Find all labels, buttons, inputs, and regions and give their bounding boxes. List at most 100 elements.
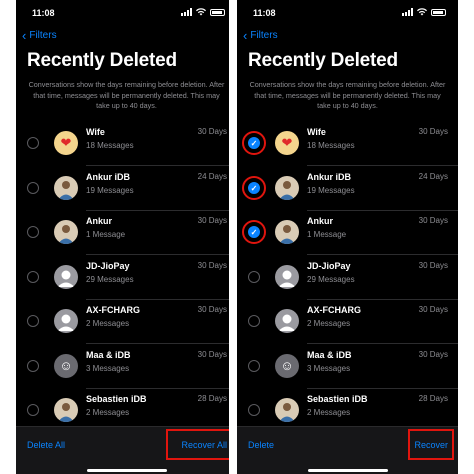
bottom-toolbar: Delete All Recover All bbox=[16, 426, 237, 474]
conversation-name: Ankur bbox=[307, 216, 334, 226]
days-remaining: 30 Days bbox=[197, 260, 227, 270]
recover-all-highlight bbox=[166, 429, 234, 460]
days-remaining: 30 Days bbox=[418, 216, 448, 225]
status-icons bbox=[402, 8, 446, 16]
message-count: 19 Messages bbox=[307, 185, 355, 195]
selection-circle[interactable] bbox=[27, 181, 39, 194]
selection-circle[interactable] bbox=[27, 404, 39, 416]
heart-avatar-icon: ❤ bbox=[275, 131, 299, 155]
conversation-name: Wife bbox=[307, 127, 326, 137]
home-indicator bbox=[86, 469, 167, 472]
selection-circle[interactable] bbox=[27, 226, 39, 238]
wifi-icon bbox=[417, 8, 427, 16]
message-count: 18 Messages bbox=[86, 141, 134, 150]
filters-back-button[interactable]: ‹ Filters bbox=[22, 29, 57, 42]
status-bar: 11:08 bbox=[16, 6, 237, 20]
days-remaining: 30 Days bbox=[197, 305, 227, 314]
photo-avatar-icon bbox=[54, 220, 78, 244]
delete-all-button[interactable]: Delete All bbox=[27, 440, 65, 450]
conversation-row[interactable]: Ankur 1 Message 30 Days bbox=[16, 211, 237, 255]
conversation-row[interactable]: AX-FCHARG 2 Messages 30 Days bbox=[237, 300, 458, 344]
emoji-avatar-icon: ☺ bbox=[54, 353, 78, 378]
message-count: 19 Messages bbox=[86, 185, 134, 195]
conversation-name: Maa & iDB bbox=[307, 349, 352, 360]
person-avatar-icon bbox=[54, 309, 78, 333]
status-icons bbox=[181, 8, 225, 16]
selection-highlight bbox=[242, 220, 266, 244]
selection-circle[interactable] bbox=[27, 270, 39, 283]
selection-circle[interactable] bbox=[248, 359, 260, 372]
selection-highlight bbox=[242, 131, 266, 155]
conversation-name: Maa & iDB bbox=[86, 349, 131, 360]
person-avatar-icon bbox=[54, 264, 78, 289]
message-count: 2 Messages bbox=[307, 408, 351, 417]
selection-circle[interactable] bbox=[248, 270, 260, 283]
image-divider bbox=[229, 0, 237, 474]
selection-circle[interactable] bbox=[248, 404, 260, 416]
conversation-name: Sebastien iDB bbox=[86, 394, 147, 404]
photo-avatar-icon bbox=[275, 175, 299, 200]
battery-icon bbox=[210, 8, 225, 16]
message-count: 2 Messages bbox=[307, 319, 351, 328]
photo-avatar-icon bbox=[275, 398, 299, 422]
delete-button[interactable]: Delete bbox=[248, 440, 274, 450]
photo-avatar-icon bbox=[275, 220, 299, 244]
message-count: 29 Messages bbox=[307, 274, 355, 284]
deletion-description: Conversations show the days remaining be… bbox=[28, 80, 225, 110]
page-title: Recently Deleted bbox=[27, 50, 177, 71]
bottom-toolbar: Delete Recover bbox=[237, 426, 458, 474]
heart-avatar-icon: ❤ bbox=[54, 131, 78, 155]
conversation-row[interactable]: ✓ ❤ Wife 18 Messages 30 Days bbox=[237, 122, 458, 166]
status-time: 11:08 bbox=[32, 8, 55, 18]
status-bar: 11:08 bbox=[237, 6, 458, 20]
conversation-row[interactable]: Ankur iDB 19 Messages 24 Days bbox=[16, 167, 237, 211]
filters-back-button[interactable]: ‹ Filters bbox=[243, 27, 278, 43]
conversation-row[interactable]: AX-FCHARG 2 Messages 30 Days bbox=[16, 300, 237, 344]
selection-circle[interactable] bbox=[27, 137, 39, 149]
selection-circle[interactable] bbox=[27, 359, 39, 372]
conversation-name: Ankur iDB bbox=[307, 171, 352, 182]
person-avatar-icon bbox=[275, 309, 299, 333]
conversation-name: Wife bbox=[86, 127, 105, 137]
days-remaining: 30 Days bbox=[418, 349, 448, 359]
conversation-row[interactable]: ✓ Ankur iDB 19 Messages 24 Days bbox=[237, 167, 458, 211]
message-count: 2 Messages bbox=[86, 408, 130, 417]
conversation-name: Ankur iDB bbox=[86, 171, 131, 182]
conversation-row[interactable]: ✓ Ankur 1 Message 30 Days bbox=[237, 211, 458, 255]
selection-circle[interactable] bbox=[27, 315, 39, 327]
back-label: Filters bbox=[29, 30, 57, 41]
photo-avatar-icon bbox=[54, 398, 78, 422]
conversation-name: JD-JioPay bbox=[86, 260, 130, 271]
days-remaining: 30 Days bbox=[197, 216, 227, 225]
message-count: 1 Message bbox=[86, 230, 126, 239]
days-remaining: 30 Days bbox=[418, 305, 448, 314]
conversation-row[interactable]: JD-JioPay 29 Messages 30 Days bbox=[237, 256, 458, 300]
cellular-signal-icon bbox=[402, 8, 413, 16]
days-remaining: 30 Days bbox=[197, 127, 227, 136]
conversation-name: JD-JioPay bbox=[307, 260, 351, 271]
message-count: 3 Messages bbox=[86, 363, 130, 373]
conversation-name: Sebastien iDB bbox=[307, 394, 368, 404]
conversation-row[interactable]: JD-JioPay 29 Messages 30 Days bbox=[16, 256, 237, 300]
message-count: 29 Messages bbox=[86, 274, 134, 284]
conversation-name: Ankur bbox=[86, 216, 113, 226]
days-remaining: 30 Days bbox=[418, 260, 448, 270]
days-remaining: 24 Days bbox=[197, 171, 227, 181]
emoji-avatar-icon: ☺ bbox=[275, 353, 299, 378]
days-remaining: 24 Days bbox=[418, 171, 448, 181]
days-remaining: 30 Days bbox=[418, 127, 448, 136]
message-count: 1 Message bbox=[307, 230, 347, 239]
chevron-left-icon: ‹ bbox=[243, 27, 248, 43]
recover-highlight bbox=[408, 429, 454, 460]
conversation-row[interactable]: ☺ Maa & iDB 3 Messages 30 Days bbox=[16, 345, 237, 389]
back-label: Filters bbox=[250, 30, 278, 41]
deletion-description: Conversations show the days remaining be… bbox=[249, 80, 446, 110]
selection-highlight bbox=[242, 175, 266, 200]
selection-circle[interactable] bbox=[248, 315, 260, 327]
cellular-signal-icon bbox=[181, 8, 192, 16]
message-count: 18 Messages bbox=[307, 141, 355, 150]
conversation-row[interactable]: ☺ Maa & iDB 3 Messages 30 Days bbox=[237, 345, 458, 389]
home-indicator bbox=[307, 469, 388, 472]
conversation-name: AX-FCHARG bbox=[307, 305, 361, 315]
conversation-row[interactable]: ❤ Wife 18 Messages 30 Days bbox=[16, 122, 237, 166]
